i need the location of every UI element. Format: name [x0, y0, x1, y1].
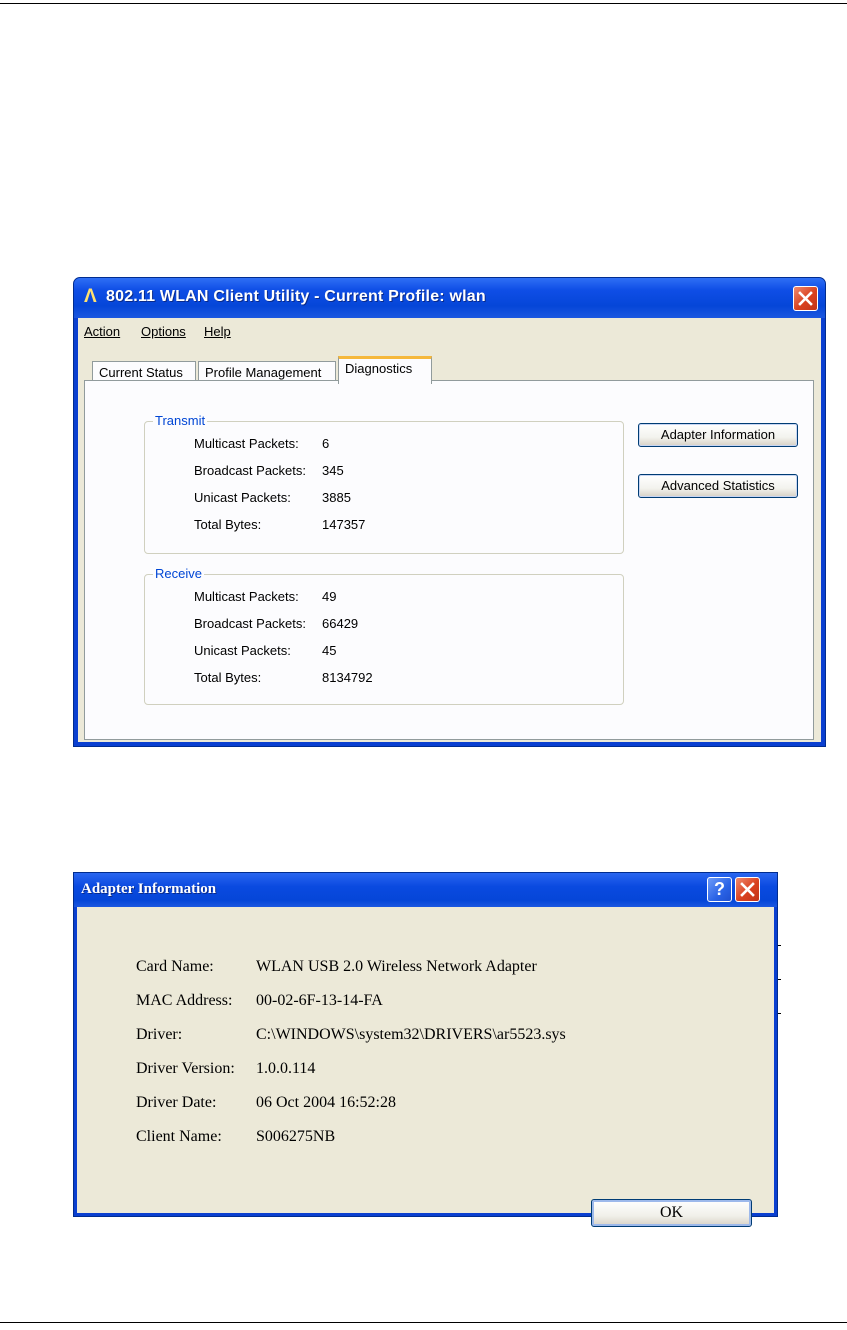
- advanced-statistics-button[interactable]: Advanced Statistics: [638, 474, 798, 498]
- card-name-label: Card Name:: [136, 958, 214, 975]
- app-logo-icon: Λ: [84, 286, 97, 307]
- wlan-utility-window: Λ 802.11 WLAN Client Utility - Current P…: [73, 277, 826, 747]
- driver-label: Driver:: [136, 1026, 183, 1043]
- tx-multicast-value: 6: [322, 436, 330, 451]
- ok-button[interactable]: OK: [591, 1199, 752, 1227]
- window-client-area: Action Options Help Current Status Profi…: [78, 318, 821, 742]
- page-bottom-rule: [0, 1322, 847, 1323]
- mac-address-label: MAC Address:: [136, 992, 233, 1009]
- tx-broadcast-label: Broadcast Packets:: [194, 463, 306, 478]
- dialog-title: Adapter Information: [81, 881, 217, 897]
- menu-bar: Action Options Help: [78, 318, 821, 340]
- tx-multicast-label: Multicast Packets:: [194, 436, 299, 451]
- tab-profile-management-label: Profile Management: [205, 365, 322, 380]
- dialog-title-bar[interactable]: Adapter Information ?: [74, 873, 777, 907]
- driver-date-label: Driver Date:: [136, 1094, 217, 1111]
- driver-version-value: 1.0.0.114: [256, 1060, 316, 1077]
- client-name-label: Client Name:: [136, 1128, 222, 1145]
- tab-diagnostics-label: Diagnostics: [345, 361, 413, 376]
- dialog-close-button[interactable]: [735, 877, 760, 902]
- diagnostics-panel: Transmit Multicast Packets: 6 Broadcast …: [84, 380, 814, 740]
- rx-multicast-value: 49: [322, 589, 337, 604]
- adapter-information-dialog: Adapter Information ? Card Name: WLAN US…: [73, 872, 778, 1227]
- dialog-client-area: Card Name: WLAN USB 2.0 Wireless Network…: [77, 907, 774, 1227]
- tx-unicast-label: Unicast Packets:: [194, 490, 291, 505]
- title-bar[interactable]: Λ 802.11 WLAN Client Utility - Current P…: [74, 278, 825, 318]
- card-name-value: WLAN USB 2.0 Wireless Network Adapter: [256, 958, 537, 975]
- receive-group: Receive Multicast Packets: 49 Broadcast …: [144, 566, 624, 705]
- tx-broadcast-value: 345: [322, 463, 344, 478]
- menu-action-label: Action: [84, 324, 121, 339]
- menu-options-label: Options: [141, 324, 186, 339]
- page-top-rule: [0, 3, 847, 4]
- tab-current-status-label: Current Status: [99, 365, 183, 380]
- window-title: 802.11 WLAN Client Utility - Current Pro…: [106, 288, 486, 305]
- tx-total-bytes-label: Total Bytes:: [194, 517, 262, 532]
- transmit-group: Transmit Multicast Packets: 6 Broadcast …: [144, 413, 624, 554]
- rx-broadcast-value: 66429: [322, 616, 359, 631]
- driver-date-value: 06 Oct 2004 16:52:28: [256, 1094, 396, 1111]
- driver-value: C:\WINDOWS\system32\DRIVERS\ar5523.sys: [256, 1026, 566, 1043]
- close-button[interactable]: [793, 286, 818, 311]
- rx-multicast-label: Multicast Packets:: [194, 589, 299, 604]
- rx-total-bytes-label: Total Bytes:: [194, 670, 262, 685]
- client-name-value: S006275NB: [256, 1128, 336, 1145]
- menu-help-label: Help: [204, 324, 231, 339]
- rx-total-bytes-value: 8134792: [322, 670, 373, 685]
- rx-broadcast-label: Broadcast Packets:: [194, 616, 306, 631]
- help-icon: ?: [714, 879, 725, 899]
- edge-mark: [778, 979, 781, 980]
- close-icon: [740, 882, 755, 897]
- adapter-information-button[interactable]: Adapter Information: [638, 423, 798, 447]
- receive-legend: Receive: [153, 566, 204, 581]
- edge-mark: [778, 945, 781, 946]
- help-button[interactable]: ?: [707, 877, 732, 902]
- tab-diagnostics[interactable]: Diagnostics: [338, 356, 432, 384]
- mac-address-value: 00-02-6F-13-14-FA: [256, 992, 383, 1009]
- transmit-legend: Transmit: [153, 413, 208, 428]
- edge-mark: [778, 1013, 781, 1014]
- rx-unicast-value: 45: [322, 643, 337, 658]
- rx-unicast-label: Unicast Packets:: [194, 643, 291, 658]
- driver-version-label: Driver Version:: [136, 1060, 235, 1077]
- tx-unicast-value: 3885: [322, 490, 351, 505]
- close-icon: [798, 291, 813, 306]
- tx-total-bytes-value: 147357: [322, 517, 366, 532]
